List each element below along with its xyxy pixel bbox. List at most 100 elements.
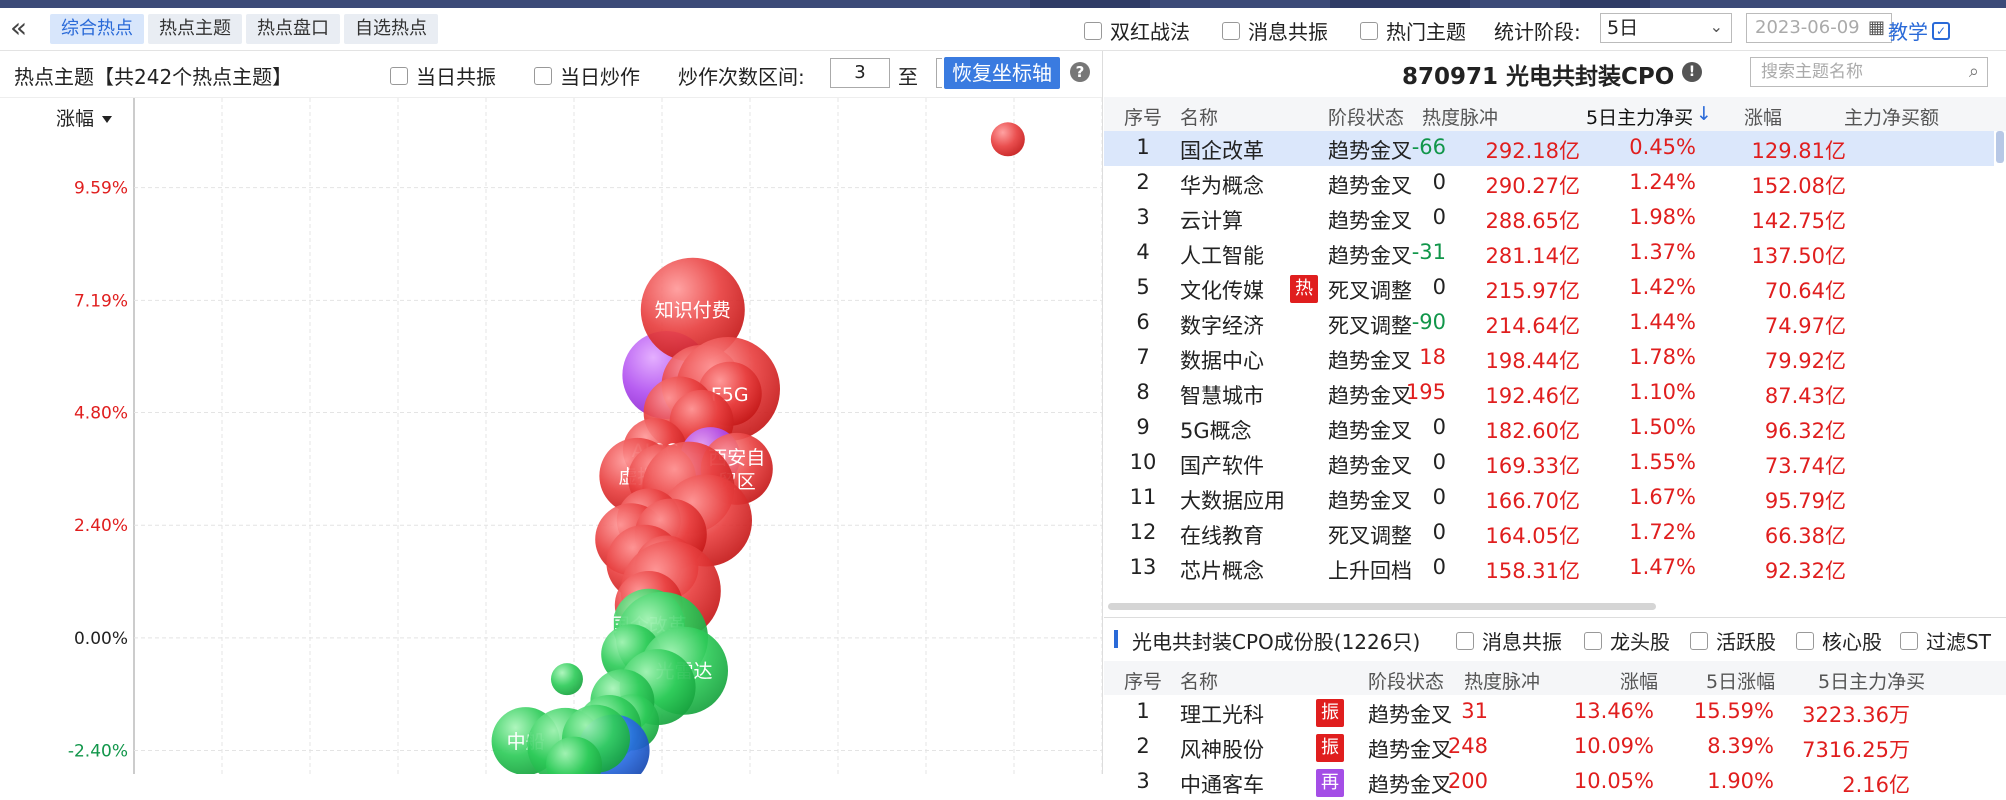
- checkbox[interactable]: [1690, 631, 1708, 650]
- tutorial-link[interactable]: 教学 ✓: [1888, 16, 1950, 45]
- theme-row[interactable]: 12 在线教育 死叉调整 0 164.05亿 1.72% 66.38亿: [1104, 516, 1994, 551]
- bubble-circle[interactable]: [550, 663, 583, 696]
- collapse-back-icon[interactable]: «: [10, 14, 40, 44]
- theme-name[interactable]: 人工智能: [1180, 240, 1264, 270]
- col-pulse[interactable]: 热度脉冲: [1464, 667, 1540, 694]
- theme-row[interactable]: 13 芯片概念 上升回档 0 158.31亿 1.47% 92.32亿: [1104, 551, 1994, 586]
- checkbox[interactable]: [1222, 21, 1240, 40]
- date-placeholder: 2023-06-09: [1755, 17, 1860, 38]
- help-icon[interactable]: ?: [1070, 62, 1090, 82]
- bubble-chart-svg[interactable]: 涨幅9.59%7.19%4.80%2.40%0.00%-2.40% 知识付费F5…: [0, 98, 1103, 800]
- theme-name[interactable]: 云计算: [1180, 205, 1243, 235]
- theme-name[interactable]: 芯片概念: [1180, 555, 1264, 585]
- net-buy-5d: 281.14亿: [1485, 244, 1580, 268]
- sub-option-news[interactable]: 消息共振: [1456, 626, 1562, 655]
- option-label: 活跃股: [1716, 630, 1776, 654]
- theme-row[interactable]: 9 5G概念 趋势金叉 0 182.60亿 1.50% 96.32亿: [1104, 411, 1994, 446]
- theme-row[interactable]: 2 华为概念 趋势金叉 0 290.27亿 1.24% 152.08亿: [1104, 166, 1994, 201]
- news-resonance-option[interactable]: 消息共振: [1222, 16, 1328, 45]
- theme-name[interactable]: 华为概念: [1180, 170, 1264, 200]
- tab-composite-hotspot[interactable]: 综合热点: [50, 14, 144, 44]
- checkbox[interactable]: [1084, 21, 1102, 40]
- constituent-title: 光电共封装CPO成份股(1226只): [1132, 630, 1421, 654]
- theme-name[interactable]: 国企改革: [1180, 135, 1264, 165]
- col-pulse[interactable]: 热度脉冲: [1422, 103, 1498, 130]
- same-day-hype-option[interactable]: 当日炒作: [534, 61, 640, 90]
- checkbox[interactable]: [1900, 631, 1918, 650]
- col-net5[interactable]: 5日主力净买: [1818, 667, 1925, 694]
- period-select[interactable]: 5日 ⌄: [1600, 13, 1732, 43]
- stock-row[interactable]: 3 中通客车再趋势金叉 200 10.05% 1.90% 2.16亿: [1104, 765, 1994, 800]
- theme-name[interactable]: 数字经济: [1180, 310, 1264, 340]
- sub-option-active[interactable]: 活跃股: [1690, 626, 1776, 655]
- hype-range-to-input[interactable]: [936, 58, 942, 88]
- theme-name[interactable]: 数据中心: [1180, 345, 1264, 375]
- theme-row[interactable]: 4 人工智能 趋势金叉 -31 281.14亿 1.37% 137.50亿: [1104, 236, 1994, 271]
- tab-custom-hotspot[interactable]: 自选热点: [344, 14, 438, 44]
- theme-name[interactable]: 智慧城市: [1180, 380, 1264, 410]
- checkbox[interactable]: [534, 66, 552, 85]
- search-icon[interactable]: ⌕: [1969, 58, 1979, 86]
- col-index[interactable]: 序号: [1124, 667, 1162, 694]
- sort-down-icon[interactable]: ↓: [1696, 103, 1712, 125]
- col-status[interactable]: 阶段状态: [1328, 103, 1404, 130]
- theme-bubble[interactable]: [990, 122, 1025, 157]
- net-buy-5d: 198.44亿: [1485, 349, 1580, 373]
- hype-range-from-input[interactable]: 3: [830, 58, 890, 88]
- search-placeholder: 搜索主题名称: [1761, 62, 1863, 82]
- checkbox[interactable]: [1456, 631, 1474, 650]
- col-name[interactable]: 名称: [1180, 667, 1218, 694]
- theme-row[interactable]: 8 智慧城市 趋势金叉 195 192.46亿 1.10% 87.43亿: [1104, 376, 1994, 411]
- theme-name[interactable]: 文化传媒: [1180, 275, 1264, 305]
- restore-axis-button[interactable]: 恢复坐标轴: [944, 57, 1060, 89]
- stock-row[interactable]: 1 理工光科 振趋势金叉 31 13.46% 15.59% 3223.36万: [1104, 695, 1994, 730]
- col-index[interactable]: 序号: [1124, 103, 1162, 130]
- dropdown-arrow-icon[interactable]: [102, 116, 112, 123]
- theme-name[interactable]: 大数据应用: [1180, 485, 1285, 515]
- col-status[interactable]: 阶段状态: [1368, 667, 1444, 694]
- theme-row[interactable]: 5 文化传媒热死叉调整 0 215.97亿 1.42% 70.64亿: [1104, 271, 1994, 306]
- col-net5-sorted[interactable]: 5日主力净买: [1586, 103, 1693, 130]
- theme-bubble[interactable]: [550, 663, 583, 696]
- col-change[interactable]: 涨幅: [1620, 667, 1658, 694]
- sub-option-core[interactable]: 核心股: [1796, 626, 1882, 655]
- checkbox[interactable]: [1360, 21, 1378, 40]
- theme-row[interactable]: 3 云计算 趋势金叉 0 288.65亿 1.98% 142.75亿: [1104, 201, 1994, 236]
- theme-row[interactable]: 6 数字经济 死叉调整 -90 214.64亿 1.44% 74.97亿: [1104, 306, 1994, 341]
- double-red-option[interactable]: 双红战法: [1084, 16, 1190, 45]
- date-input[interactable]: 2023-06-09 ▦: [1746, 13, 1892, 43]
- col-change[interactable]: 涨幅: [1744, 103, 1782, 130]
- change-pct: 1.98%: [1629, 205, 1696, 229]
- theme-row[interactable]: 11 大数据应用 趋势金叉 0 166.70亿 1.67% 95.79亿: [1104, 481, 1994, 516]
- tab-hot-board[interactable]: 热点盘口: [246, 14, 340, 44]
- theme-name[interactable]: 在线教育: [1180, 520, 1264, 550]
- theme-row[interactable]: 7 数据中心 趋势金叉 18 198.44亿 1.78% 79.92亿: [1104, 341, 1994, 376]
- same-day-resonance-option[interactable]: 当日共振: [390, 61, 496, 90]
- col-name[interactable]: 名称: [1180, 103, 1218, 130]
- y-axis-label[interactable]: 涨幅: [56, 108, 94, 130]
- vertical-scrollbar[interactable]: [1996, 131, 2004, 163]
- tab-hot-themes[interactable]: 热点主题: [148, 14, 242, 44]
- horizontal-scrollbar[interactable]: [1108, 603, 1656, 610]
- calendar-icon[interactable]: ▦: [1868, 14, 1885, 42]
- stock-name[interactable]: 风神股份: [1180, 734, 1264, 764]
- stock-row[interactable]: 2 风神股份 振趋势金叉 248 10.09% 8.39% 7316.25万: [1104, 730, 1994, 765]
- theme-row[interactable]: 10 国产软件 趋势金叉 0 169.33亿 1.55% 73.74亿: [1104, 446, 1994, 481]
- bubble-circle[interactable]: [990, 122, 1025, 157]
- theme-name[interactable]: 5G概念: [1180, 415, 1252, 445]
- stock-name[interactable]: 理工光科: [1180, 699, 1264, 729]
- checkbox[interactable]: [1584, 631, 1602, 650]
- col-change5[interactable]: 5日涨幅: [1706, 667, 1775, 694]
- checkbox[interactable]: [390, 66, 408, 85]
- col-net[interactable]: 主力净买额: [1844, 103, 1939, 130]
- info-icon[interactable]: !: [1682, 62, 1702, 82]
- checkbox[interactable]: [1796, 631, 1814, 650]
- sub-option-leader[interactable]: 龙头股: [1584, 626, 1670, 655]
- sub-option-filter-st[interactable]: 过滤ST: [1900, 626, 1991, 655]
- bubble-chart[interactable]: 涨幅 9.59% 7.19% 4.80% 2.40% 0.00% -2.40% 知识付费 F5…: [0, 98, 1103, 800]
- theme-name[interactable]: 国产软件: [1180, 450, 1264, 480]
- theme-row[interactable]: 1 国企改革 趋势金叉 -66 292.18亿 0.45% 129.81亿: [1104, 131, 1994, 166]
- hot-theme-option[interactable]: 热门主题: [1360, 16, 1466, 45]
- theme-search-input[interactable]: 搜索主题名称 ⌕: [1750, 57, 1988, 87]
- change-pct: 1.50%: [1629, 415, 1696, 439]
